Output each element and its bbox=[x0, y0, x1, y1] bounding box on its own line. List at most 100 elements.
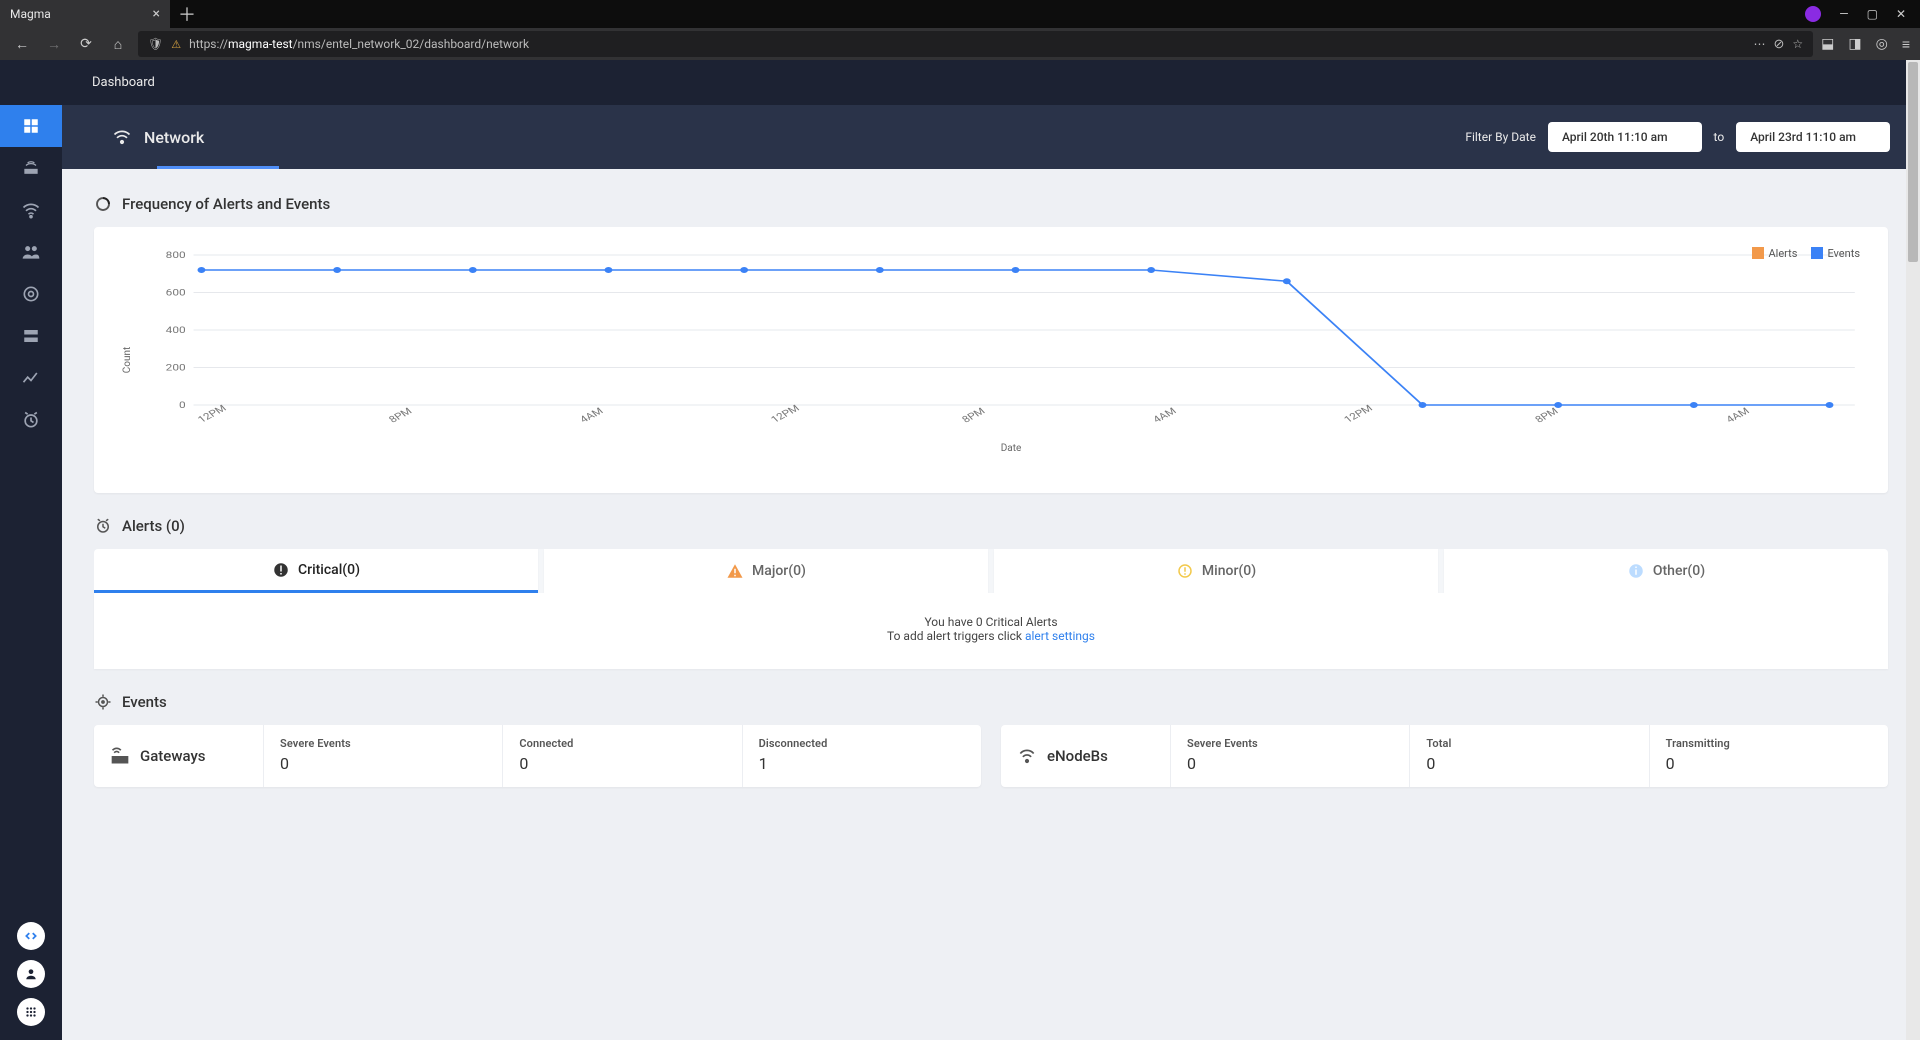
svg-text:800: 800 bbox=[166, 249, 186, 260]
date-filter: Filter By Date April 20th 11:10 am to Ap… bbox=[1465, 122, 1890, 152]
library-icon[interactable]: ⬓ bbox=[1821, 36, 1834, 53]
gateway-icon bbox=[110, 746, 130, 766]
dns-icon bbox=[22, 327, 40, 345]
sidebar-item-traffic[interactable] bbox=[0, 273, 62, 315]
apps-icon bbox=[24, 1005, 38, 1019]
alarm-icon bbox=[94, 517, 112, 535]
maximize-icon[interactable]: ▢ bbox=[1867, 7, 1878, 21]
svg-text:400: 400 bbox=[166, 324, 186, 335]
url-text: https://magma-test/nms/entel_network_02/… bbox=[189, 37, 1745, 51]
date-separator: to bbox=[1714, 130, 1725, 144]
sidebar-item-subscribers[interactable] bbox=[0, 231, 62, 273]
svg-text:12PM: 12PM bbox=[1341, 402, 1375, 425]
sidebar-item-alarms[interactable] bbox=[0, 399, 62, 441]
tab-strip: Magma × ＋ — ▢ ✕ bbox=[0, 0, 1920, 28]
nav-bar: ← → ⟳ ⌂ 🛡 ⚠ https://magma-test/nms/entel… bbox=[0, 28, 1920, 60]
browser-tab[interactable]: Magma × bbox=[0, 0, 170, 28]
alert-tab-major[interactable]: Major(0) bbox=[544, 549, 988, 593]
menu-icon[interactable]: ≡ bbox=[1902, 36, 1910, 53]
window-controls: — ▢ ✕ bbox=[1805, 6, 1920, 22]
minimize-icon[interactable]: — bbox=[1839, 7, 1848, 21]
warn-icon bbox=[726, 562, 744, 580]
reload-icon[interactable]: ⟳ bbox=[74, 36, 98, 52]
router-icon bbox=[21, 158, 41, 178]
sidebar-item-wifi[interactable] bbox=[0, 189, 62, 231]
svg-text:4AM: 4AM bbox=[1150, 405, 1179, 425]
events-stats-row: GatewaysSevere Events0Connected0Disconne… bbox=[94, 725, 1888, 787]
sidebar-help-button[interactable] bbox=[17, 922, 45, 950]
metrics-icon bbox=[21, 368, 41, 388]
person-icon bbox=[24, 967, 38, 981]
alert-tab-minor[interactable]: Minor(0) bbox=[994, 549, 1438, 593]
stat-cell: Severe Events0 bbox=[264, 725, 503, 787]
alerts-section-header: Alerts (0) bbox=[94, 517, 1888, 535]
svg-text:600: 600 bbox=[166, 287, 186, 298]
close-window-icon[interactable]: ✕ bbox=[1896, 7, 1906, 21]
active-tab-underline bbox=[157, 166, 279, 169]
alert-tab-critical[interactable]: Critical(0) bbox=[94, 549, 538, 593]
alarm-icon bbox=[21, 410, 41, 430]
browser-chrome: Magma × ＋ — ▢ ✕ ← → ⟳ ⌂ 🛡 ⚠ https://magm… bbox=[0, 0, 1920, 60]
dashboard-icon bbox=[22, 117, 40, 135]
new-tab-icon[interactable]: ＋ bbox=[178, 1, 196, 27]
svg-text:12PM: 12PM bbox=[768, 402, 802, 425]
alert-tabs: Critical(0)Major(0)Minor(0)Other(0) bbox=[94, 549, 1888, 593]
chart-legend: Alerts Events bbox=[1752, 247, 1860, 260]
chart-circle-icon bbox=[94, 195, 112, 213]
stat-cell: Total0 bbox=[1410, 725, 1649, 787]
warn-outline-icon bbox=[1176, 562, 1194, 580]
svg-text:0: 0 bbox=[179, 399, 186, 410]
tab-title: Magma bbox=[10, 7, 51, 21]
code-icon bbox=[24, 929, 38, 943]
back-icon[interactable]: ← bbox=[10, 36, 34, 53]
sidebar-item-dashboard[interactable] bbox=[0, 105, 62, 147]
sidebar bbox=[0, 60, 62, 1040]
scrollbar[interactable] bbox=[1906, 60, 1920, 1040]
events-section-header: Events bbox=[94, 693, 1888, 711]
extension-icon[interactable] bbox=[1805, 6, 1821, 22]
scrollbar-thumb[interactable] bbox=[1908, 62, 1918, 262]
network-tab[interactable]: Network bbox=[92, 127, 204, 147]
alert-tab-other[interactable]: Other(0) bbox=[1444, 549, 1888, 593]
chart-y-label: Count bbox=[122, 347, 133, 374]
bookmark-icon[interactable]: ☆ bbox=[1792, 37, 1803, 51]
more-icon[interactable]: ⋯ bbox=[1753, 37, 1765, 51]
date-to-input[interactable]: April 23rd 11:10 am bbox=[1736, 122, 1890, 152]
svg-text:4AM: 4AM bbox=[577, 405, 606, 425]
forward-icon[interactable]: → bbox=[42, 36, 66, 53]
my-location-icon bbox=[94, 693, 112, 711]
date-from-input[interactable]: April 20th 11:10 am bbox=[1548, 122, 1702, 152]
chart-section-header: Frequency of Alerts and Events bbox=[94, 195, 1888, 213]
sidebar-toggle-icon[interactable]: ◨ bbox=[1848, 36, 1861, 53]
stats-card-gateways: GatewaysSevere Events0Connected0Disconne… bbox=[94, 725, 981, 787]
people-icon bbox=[21, 242, 41, 262]
svg-text:8PM: 8PM bbox=[1532, 405, 1560, 425]
close-tab-icon[interactable]: × bbox=[153, 6, 160, 22]
stats-card-enodebs: eNodeBsSevere Events0Total0Transmitting0 bbox=[1001, 725, 1888, 787]
wifi-icon bbox=[21, 200, 41, 220]
stats-card-heading: eNodeBs bbox=[1001, 725, 1171, 787]
target-icon bbox=[21, 284, 41, 304]
sidebar-apps-button[interactable] bbox=[17, 998, 45, 1026]
sidebar-item-equipment[interactable] bbox=[0, 147, 62, 189]
enodeb-icon bbox=[1017, 746, 1037, 766]
lock-warning-icon: ⚠ bbox=[171, 38, 181, 51]
chart-x-label: Date bbox=[154, 443, 1868, 454]
sidebar-account-button[interactable] bbox=[17, 960, 45, 988]
home-icon[interactable]: ⌂ bbox=[106, 36, 130, 53]
alert-settings-link[interactable]: alert settings bbox=[1025, 629, 1095, 643]
sidebar-item-config[interactable] bbox=[0, 315, 62, 357]
url-bar[interactable]: 🛡 ⚠ https://magma-test/nms/entel_network… bbox=[138, 31, 1813, 57]
header-bar: Network Filter By Date April 20th 11:10 … bbox=[62, 105, 1920, 169]
filter-label: Filter By Date bbox=[1465, 130, 1536, 144]
account-icon[interactable]: ◎ bbox=[1876, 36, 1888, 53]
reader-icon[interactable]: ⊘ bbox=[1773, 37, 1784, 52]
stat-cell: Connected0 bbox=[503, 725, 742, 787]
stat-cell: Severe Events0 bbox=[1171, 725, 1410, 787]
svg-text:4AM: 4AM bbox=[1723, 405, 1752, 425]
sidebar-item-metrics[interactable] bbox=[0, 357, 62, 399]
line-chart: 020040060080012PM8PM4AM12PM8PM4AM12PM8PM… bbox=[154, 245, 1868, 425]
stats-card-heading: Gateways bbox=[94, 725, 264, 787]
info-icon bbox=[1627, 562, 1645, 580]
stat-cell: Transmitting0 bbox=[1650, 725, 1888, 787]
